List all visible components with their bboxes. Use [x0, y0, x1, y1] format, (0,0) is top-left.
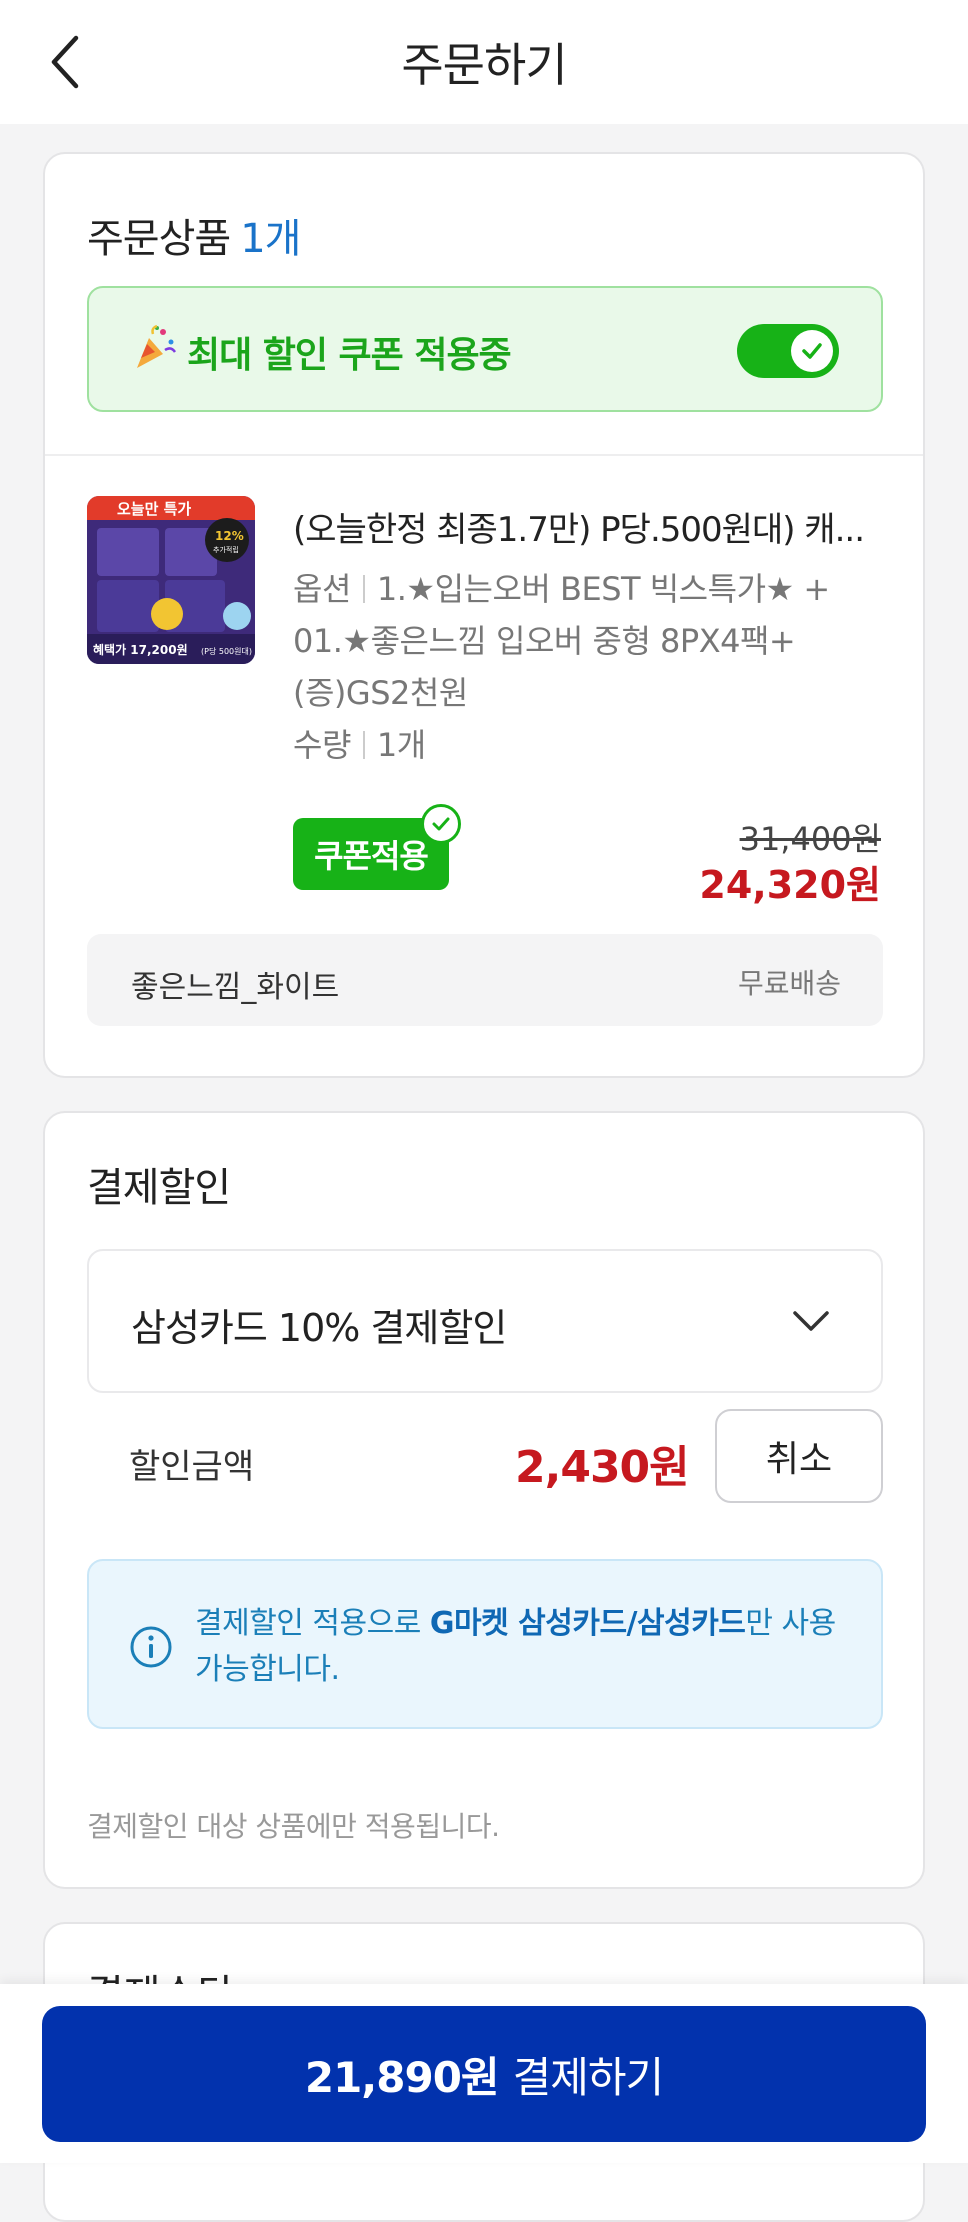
quantity-value: 1개	[376, 726, 426, 764]
product-thumbnail[interactable]: 오늘만 특가 12% 추가적립 혜택가 17,200원 (P당 500원대)	[87, 496, 255, 664]
cancel-discount-button[interactable]: 취소	[715, 1409, 883, 1503]
pay-label: 결제하기	[512, 2052, 665, 2102]
shipping-fee: 무료배송	[737, 967, 841, 1000]
chevron-left-icon[interactable]	[42, 30, 92, 94]
info-prefix: 결제할인 적용으로	[195, 1606, 430, 1641]
info-icon	[130, 1626, 172, 1668]
toggle-knob	[791, 330, 833, 372]
product-option-line2: 01.★좋은느낌 입오버 중형 8PX4팩+	[293, 622, 796, 660]
payment-discount-card: 결제할인 삼성카드 10% 결제할인 할인금액 2,430원 취소 결제할인 적…	[43, 1111, 925, 1889]
thumb-badge-sub: 추가적립	[213, 545, 239, 554]
coupon-applied-check-icon	[421, 804, 461, 844]
coupon-banner-text: 최대 할인 쿠폰 적용중	[187, 335, 512, 376]
payment-info-box: 결제할인 적용으로 G마켓 삼성카드/삼성카드만 사용 가능합니다.	[87, 1559, 883, 1729]
pay-button[interactable]: 21,890원 결제하기	[42, 2006, 926, 2142]
order-items-title: 주문상품 1개	[87, 206, 301, 264]
payment-discount-title: 결제할인	[87, 1165, 231, 1211]
divider	[45, 454, 923, 456]
discount-amount-label: 할인금액	[129, 1447, 255, 1487]
product-quantity: 수량 1개	[293, 720, 426, 766]
separator	[362, 731, 365, 759]
chevron-down-icon	[793, 1311, 829, 1331]
info-card-names: G마켓 삼성카드/삼성카드	[429, 1606, 746, 1641]
bottom-bar: 21,890원 결제하기	[0, 1984, 968, 2163]
party-popper-icon	[137, 324, 177, 368]
seller-info-bar: 좋은느낌_화이트 무료배송	[87, 934, 883, 1026]
order-items-card: 주문상품 1개 최대 할인 쿠폰 적용중 오늘만 특가 12% 추가적립 혜택가…	[43, 152, 925, 1078]
order-items-label: 주문상품	[87, 216, 231, 262]
option-label: 옵션	[293, 570, 351, 608]
payment-info-text: 결제할인 적용으로 G마켓 삼성카드/삼성카드만 사용 가능합니다.	[195, 1601, 855, 1693]
thumb-price-text: 혜택가 17,200원	[93, 642, 188, 657]
product-option-line1: 옵션 1.★입는오버 BEST 빅스특가★ +	[293, 564, 830, 610]
pay-amount: 21,890원	[304, 2052, 500, 2102]
page-title: 주문하기	[401, 38, 567, 92]
product-name[interactable]: (오늘한정 최종1.7만) P당.500원대) 캐...	[293, 502, 865, 551]
separator	[362, 575, 365, 603]
discount-select[interactable]: 삼성카드 10% 결제할인	[87, 1249, 883, 1393]
product-option-line3: (증)GS2천원	[293, 674, 468, 712]
check-icon	[802, 343, 822, 359]
coupon-banner: 최대 할인 쿠폰 적용중	[87, 286, 883, 412]
discount-select-value: 삼성카드 10% 결제할인	[131, 1306, 507, 1350]
product-image: 오늘만 특가 12% 추가적립 혜택가 17,200원 (P당 500원대)	[87, 496, 255, 664]
thumb-top-banner: 오늘만 특가	[117, 500, 191, 518]
thumb-price-sub: (P당 500원대)	[201, 646, 252, 656]
option-value-1: 1.★입는오버 BEST 빅스특가★ +	[376, 570, 830, 608]
order-items-count: 1개	[240, 216, 301, 262]
discount-amount: 2,430원	[515, 1442, 690, 1493]
sale-price: 24,320원	[699, 863, 881, 907]
discount-note: 결제할인 대상 상품에만 적용됩니다.	[87, 1810, 500, 1843]
top-header: 주문하기	[0, 0, 968, 124]
quantity-label: 수량	[293, 726, 351, 764]
seller-name: 좋은느낌_화이트	[131, 970, 340, 1005]
thumb-badge-pct: 12%	[215, 529, 244, 543]
coupon-toggle[interactable]	[737, 324, 839, 378]
